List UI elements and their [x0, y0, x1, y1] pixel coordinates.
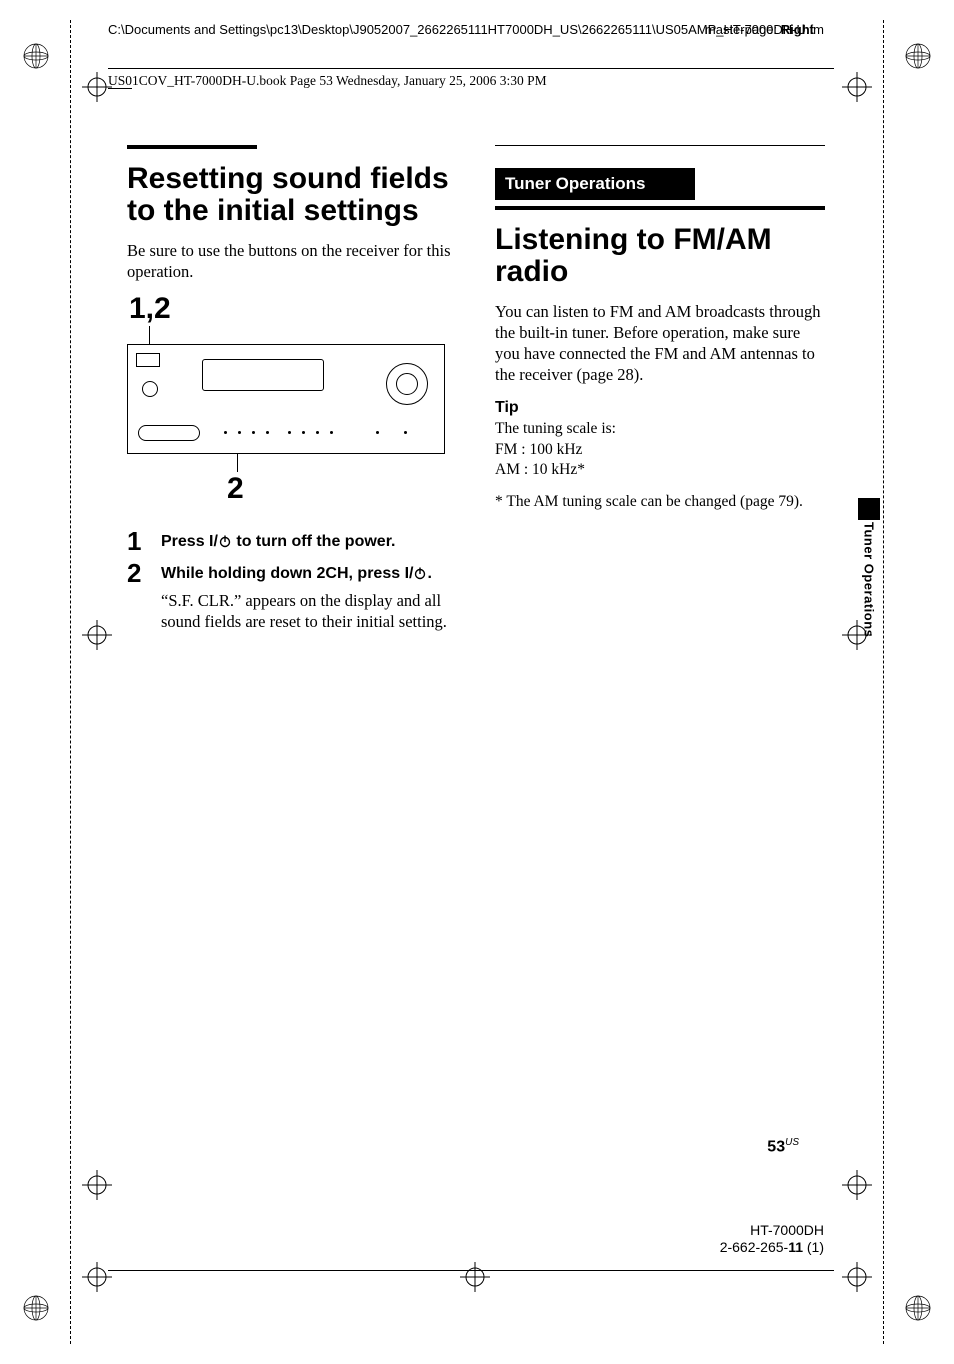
- step-1-post: to turn off the power.: [232, 533, 396, 550]
- tip-line-3: AM : 10 kHz*: [495, 460, 825, 480]
- left-title: Resetting sound fields to the initial se…: [127, 163, 457, 226]
- section-band: Tuner Operations: [495, 168, 695, 200]
- step-2-key: I/: [405, 565, 414, 582]
- step-number: 1: [127, 528, 149, 554]
- side-tab-marker: [858, 498, 880, 520]
- right-column: Tuner Operations Listening to FM/AM radi…: [495, 145, 825, 638]
- model-name: HT-7000DH: [720, 1222, 824, 1239]
- header-masterpage-value: Right: [781, 22, 814, 37]
- header-slug-text: 1COV_HT-7000DH-U.book Page 53 Wednesday,…: [132, 73, 547, 88]
- receiver-diagram: 1,2: [127, 292, 457, 506]
- cropmark-bottom-left: [82, 1262, 112, 1292]
- panel-btn: [302, 431, 305, 434]
- panel-btn: [252, 431, 255, 434]
- header-masterpage-label: masterpage:: [705, 22, 777, 37]
- diagram-callout-top: 1,2: [129, 292, 457, 326]
- cropmark-low-left: [82, 1170, 112, 1200]
- step-1: 1 Press I/ to turn off the power.: [127, 528, 457, 554]
- power-icon: [218, 534, 232, 554]
- power-icon: [413, 566, 427, 586]
- partno-bold: 11: [788, 1239, 803, 1255]
- right-title: Listening to FM/AM radio: [495, 224, 825, 287]
- bottom-frame-rule: [108, 1270, 834, 1271]
- header-slug: US01COV_HT-7000DH-U.book Page 53 Wednesd…: [108, 73, 547, 89]
- panel-btn: [330, 431, 333, 434]
- receiver-front-panel: [127, 344, 445, 454]
- page-number-value: 53: [767, 1138, 785, 1155]
- tip-line-2: FM : 100 kHz: [495, 440, 825, 460]
- step-2: 2 While holding down 2CH, press I/. “S.F…: [127, 560, 457, 632]
- left-intro: Be sure to use the buttons on the receiv…: [127, 240, 457, 282]
- panel-btn: [224, 431, 227, 434]
- regmark-top-left: [22, 42, 50, 70]
- cropmark-bottom-right: [842, 1262, 872, 1292]
- header-slug-underline-fragment: US0: [108, 73, 132, 89]
- cropmark-mid-left: [82, 620, 112, 650]
- header-masterpage: masterpage: Right: [705, 22, 814, 37]
- side-thumb-tab: Tuner Operations: [858, 498, 880, 648]
- frame-left-dots: [70, 20, 71, 1344]
- side-tab-label: Tuner Operations: [862, 522, 877, 637]
- left-title-rule: [127, 145, 257, 149]
- left-column: Resetting sound fields to the initial se…: [127, 145, 457, 638]
- panel-btn: [404, 431, 407, 434]
- part-number: 2-662-265-11 (1): [720, 1239, 824, 1256]
- step-2-head: While holding down 2CH, press I/.: [161, 560, 457, 586]
- panel-screen: [202, 359, 324, 391]
- step-2-post: .: [427, 565, 431, 582]
- page-number-region: US: [785, 1137, 799, 1148]
- callout-bottom-leader: [237, 454, 238, 472]
- step-1-key: I/: [209, 533, 218, 550]
- tip-line-1: The tuning scale is:: [495, 419, 825, 439]
- panel-btn: [288, 431, 291, 434]
- header-over-rule: [108, 68, 834, 69]
- step-1-pre: Press: [161, 533, 209, 550]
- tip-heading: Tip: [495, 399, 825, 417]
- diagram-callout-bottom: 2: [227, 472, 457, 506]
- partno-post: (1): [803, 1239, 824, 1255]
- regmark-bottom-left: [22, 1294, 50, 1322]
- panel-power: [142, 381, 158, 397]
- panel-btn: [266, 431, 269, 434]
- panel-btn: [316, 431, 319, 434]
- step-number: 2: [127, 560, 149, 632]
- cropmark-top-right: [842, 72, 872, 102]
- step-2-desc: “S.F. CLR.” appears on the display and a…: [161, 590, 457, 632]
- panel-display: [136, 353, 160, 367]
- right-title-rule: [495, 206, 825, 210]
- bottom-model-info: HT-7000DH 2-662-265-11 (1): [720, 1222, 824, 1256]
- cropmark-low-right: [842, 1170, 872, 1200]
- right-top-thin-rule: [495, 145, 825, 146]
- step-1-head: Press I/ to turn off the power.: [161, 528, 395, 554]
- regmark-top-right: [904, 42, 932, 70]
- panel-jack-group: [138, 425, 200, 441]
- partno-pre: 2-662-265-: [720, 1239, 789, 1255]
- content-columns: Resetting sound fields to the initial se…: [127, 145, 827, 638]
- cropmark-bottom-center: [460, 1262, 490, 1292]
- frame-right-dots: [883, 20, 884, 1344]
- panel-btn: [238, 431, 241, 434]
- callout-top-leader: [149, 326, 150, 344]
- tip-footnote: * The AM tuning scale can be changed (pa…: [495, 492, 825, 512]
- panel-btn: [376, 431, 379, 434]
- page-number: 53US: [767, 1137, 799, 1156]
- step-2-pre: While holding down 2CH, press: [161, 565, 405, 582]
- steps-list: 1 Press I/ to turn off the power. 2 Whil…: [127, 528, 457, 632]
- right-intro: You can listen to FM and AM broadcasts t…: [495, 301, 825, 385]
- regmark-bottom-right: [904, 1294, 932, 1322]
